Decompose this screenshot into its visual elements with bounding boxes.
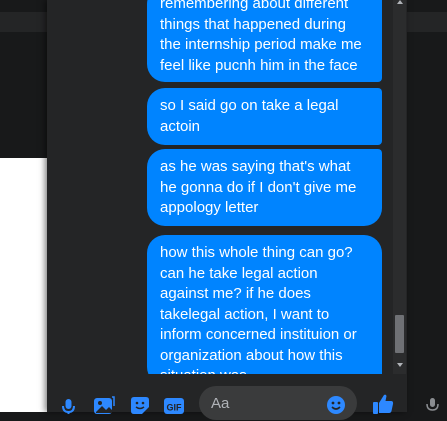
message-input[interactable]: Aa bbox=[199, 386, 357, 420]
chat-window: remembering about different things that … bbox=[47, 0, 407, 420]
scrollbar-thumb[interactable] bbox=[395, 315, 404, 353]
background-white-area bbox=[0, 158, 47, 412]
message-bubble-2[interactable]: so I said go on take a legal actoin bbox=[147, 88, 382, 145]
background-right-bar bbox=[407, 12, 447, 32]
message-bubble-3[interactable]: as he was saying that's what he gonna do… bbox=[147, 149, 382, 226]
svg-text:GIF: GIF bbox=[167, 403, 183, 413]
background-header-bar bbox=[0, 12, 47, 32]
background-dark-area bbox=[0, 32, 47, 158]
message-input-placeholder: Aa bbox=[211, 395, 230, 412]
background-page bbox=[0, 0, 47, 12]
microphone-icon-background bbox=[421, 396, 445, 412]
background-right-area bbox=[407, 0, 447, 412]
thumbs-up-icon[interactable] bbox=[371, 392, 395, 416]
message-composer: GIF Aa bbox=[47, 374, 407, 420]
image-icon[interactable] bbox=[93, 394, 115, 414]
scroll-down-arrow-icon[interactable] bbox=[397, 363, 403, 367]
message-bubble-4[interactable]: how this whole thing can go? can he take… bbox=[147, 235, 382, 374]
message-list[interactable]: remembering about different things that … bbox=[47, 0, 393, 374]
microphone-icon[interactable] bbox=[58, 394, 80, 414]
message-bubble-1[interactable]: remembering about different things that … bbox=[147, 0, 382, 82]
emoji-icon[interactable] bbox=[327, 396, 345, 414]
gif-icon[interactable]: GIF bbox=[163, 394, 185, 414]
sticker-icon[interactable] bbox=[129, 394, 151, 414]
scroll-up-arrow-icon[interactable] bbox=[397, 0, 403, 4]
